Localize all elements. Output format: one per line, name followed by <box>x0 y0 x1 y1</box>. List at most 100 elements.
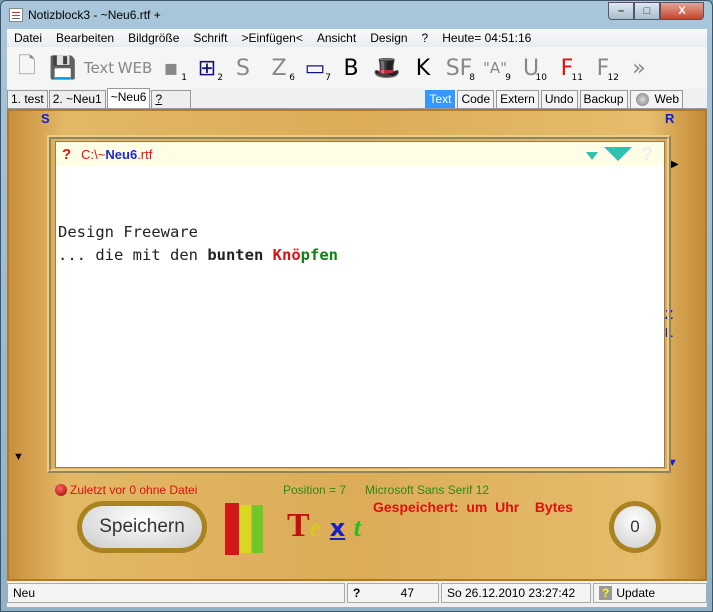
text-red: Knö <box>272 246 301 264</box>
position-text: Position = 7 <box>283 483 347 497</box>
counter-value: 0 <box>614 506 656 548</box>
menu-item[interactable]: Schrift <box>186 31 234 45</box>
dropdown-icon[interactable] <box>604 147 632 161</box>
menu-item[interactable]: Design <box>363 31 414 45</box>
toolbar-number: 8 <box>469 73 475 83</box>
tab-code[interactable]: Code <box>457 90 495 108</box>
tab-label: Code <box>461 92 491 106</box>
close-button[interactable]: X <box>660 2 704 20</box>
logo-e: e <box>309 513 322 542</box>
add-icon: ⊞ <box>197 55 217 81</box>
quote-a-button[interactable]: "A" 9 <box>479 51 511 85</box>
underline-button[interactable]: U 10 <box>515 51 547 85</box>
tab-bar: 1. test 2. ~Neu1 ~Neu6? Text Code Extern Undo… <box>7 88 707 109</box>
more-button[interactable]: » <box>623 51 655 85</box>
save-button-label: Speichern <box>82 506 202 548</box>
scroll-right-icon[interactable]: ▶ <box>671 159 679 170</box>
tab-backup[interactable]: Backup <box>579 90 628 108</box>
toolbar-number: 10 <box>535 73 547 83</box>
z-button[interactable]: Z6 <box>263 51 295 85</box>
tab-label: Backup <box>583 92 624 106</box>
magic-hat-button[interactable]: 🎩 <box>371 51 403 85</box>
status-bar: Neu ? 47 So 26.12.2010 23:27:42 ? Update <box>7 583 707 605</box>
globe-icon <box>635 93 649 107</box>
toolbar-number: 11 <box>571 73 583 83</box>
window-title: Notizblock3 - ~Neu6.rtf + <box>28 8 161 22</box>
text-green: pfen <box>300 246 338 264</box>
editor[interactable]: ? C:\~ Neu6 .rtf ? Design Freeware ... d… <box>55 141 665 468</box>
toolbar-number: 2 <box>217 73 223 83</box>
logo-t: T <box>287 507 310 544</box>
menu-item[interactable]: Ansicht <box>310 31 363 45</box>
toolbar-number: 7 <box>325 73 331 83</box>
insert-button[interactable]: ▪ 1 <box>155 51 187 85</box>
font-text: Microsoft Sans Serif 12 <box>365 483 490 497</box>
menu-item[interactable]: Datei <box>7 31 49 45</box>
tab-label: Extern <box>500 92 535 106</box>
z-icon: Z <box>271 55 287 81</box>
toolbar-number: 1 <box>181 73 187 83</box>
update-label: Update <box>616 586 656 600</box>
text-button[interactable]: Text <box>83 51 115 85</box>
app-window: Notizblock3 - ~Neu6.rtf + – □ X Datei Bea… <box>0 0 713 612</box>
web-icon: WEB <box>117 59 153 77</box>
web-button[interactable]: WEB <box>117 51 153 85</box>
text-line-1: Design Freeware <box>58 223 198 241</box>
menu-bar: Datei Bearbeiten Bildgröße Schrift >Einfügen… <box>7 29 707 47</box>
tab-web[interactable]: Web <box>629 90 683 108</box>
more-icon: » <box>632 55 646 81</box>
binders-icon[interactable] <box>225 503 263 555</box>
file-ext: .rtf <box>137 146 153 162</box>
last-saved-text: Zuletzt vor 0 ohne Datei <box>70 483 198 497</box>
tab-3[interactable]: ? <box>151 90 192 108</box>
s-icon: S <box>236 55 250 81</box>
status-help[interactable]: ? <box>353 586 360 600</box>
title-bar: Notizblock3 - ~Neu6.rtf + <box>9 6 161 24</box>
save-icon: 💾 <box>49 55 77 81</box>
text-bold: bunten <box>207 246 264 264</box>
new-file-button[interactable]: 🗋 <box>11 51 43 85</box>
toolbar-number: 12 <box>607 73 619 83</box>
wood-panel: S R Z L ▶ ▼ ▼ ? C:\~ Neu6 .rtf ? Design … <box>7 109 707 581</box>
toolbar-number: 9 <box>505 73 511 83</box>
s-button[interactable]: S <box>227 51 259 85</box>
small-dropdown-icon[interactable] <box>586 152 598 160</box>
help-faded-icon[interactable]: ? <box>642 144 653 165</box>
sf-button[interactable]: SF 8 <box>443 51 475 85</box>
document-text[interactable]: Design Freeware ... die mit den bunten K… <box>56 166 664 267</box>
tab-1[interactable]: 2. ~Neu1 <box>48 90 106 108</box>
update-button[interactable]: ? Update <box>593 583 707 603</box>
tab-undo[interactable]: Undo <box>540 90 578 108</box>
help-icon[interactable]: ? <box>62 146 71 163</box>
save-button[interactable]: Speichern <box>77 501 207 553</box>
k-icon: K <box>415 55 431 81</box>
tab-label: Web <box>654 92 679 106</box>
menu-item[interactable]: ? <box>415 31 436 45</box>
save-button[interactable]: 💾 <box>47 51 79 85</box>
tab-text[interactable]: Text <box>425 90 456 108</box>
menu-item[interactable]: >Einfügen< <box>234 31 309 45</box>
bold-button[interactable]: B <box>335 51 367 85</box>
maximize-button[interactable]: □ <box>634 2 660 20</box>
add-button[interactable]: ⊞ 2 <box>191 51 223 85</box>
window-icon: ▭ <box>304 55 326 81</box>
window-button[interactable]: ▭ 7 <box>299 51 331 85</box>
label-s: S <box>41 111 50 126</box>
tab-extern[interactable]: Extern <box>496 90 539 108</box>
tab-0[interactable]: 1. test <box>7 90 48 108</box>
menu-item[interactable]: Bearbeiten <box>49 31 121 45</box>
tab-label: Undo <box>544 92 574 106</box>
minimize-button[interactable]: – <box>608 2 634 20</box>
font-red-button[interactable]: F 11 <box>551 51 583 85</box>
file-header: ? C:\~ Neu6 .rtf ? <box>56 142 664 166</box>
text-logo: Te x t <box>287 507 361 545</box>
last-saved-info: Zuletzt vor 0 ohne Datei <box>55 483 197 497</box>
saved-text: Gespeichert: um Uhr Bytes <box>373 499 573 515</box>
tab-2[interactable]: ~Neu6 <box>106 88 151 108</box>
font-gray-button[interactable]: F 12 <box>587 51 619 85</box>
collapse-icon[interactable]: ▼ <box>13 451 24 463</box>
notepad-icon <box>9 8 23 22</box>
counter-button[interactable]: 0 <box>609 501 661 553</box>
k-button[interactable]: K <box>407 51 439 85</box>
menu-item[interactable]: Bildgröße <box>121 31 186 45</box>
